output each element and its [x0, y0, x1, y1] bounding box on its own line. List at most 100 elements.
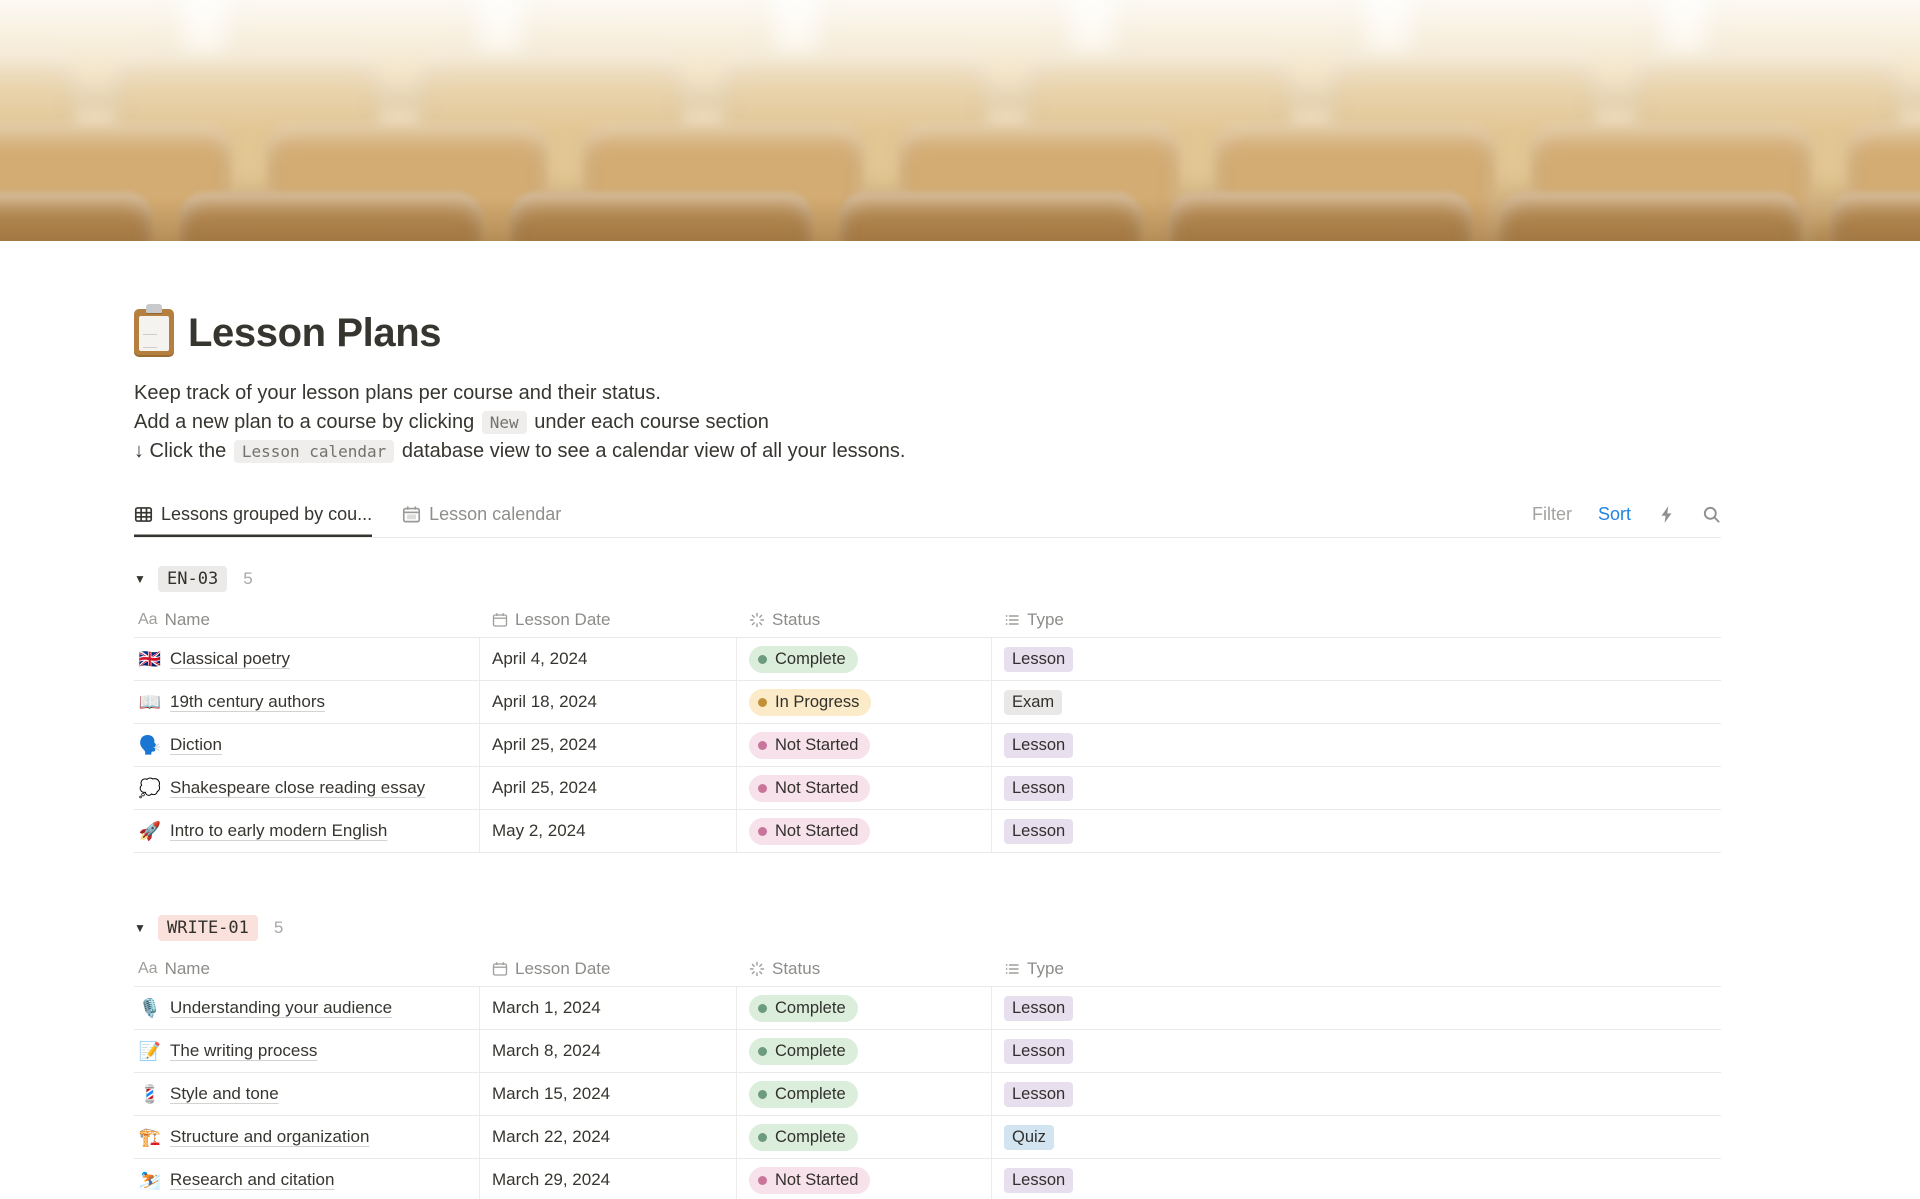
name-cell[interactable]: 🚀 Intro to early modern English — [134, 810, 480, 852]
lesson-calendar-chip: Lesson calendar — [233, 440, 395, 463]
status-cell[interactable]: Not Started — [737, 1159, 992, 1199]
name-cell[interactable]: 💭 Shakespeare close reading essay — [134, 767, 480, 809]
database-toolbar: Lessons grouped by cou... Lesson calenda… — [134, 492, 1721, 538]
table-row: 🏗️ Structure and organization March 22, … — [134, 1116, 1721, 1159]
type-cell[interactable]: Lesson — [992, 1030, 1721, 1072]
lesson-date-cell[interactable]: April 25, 2024 — [480, 767, 737, 809]
lesson-date-cell[interactable]: May 2, 2024 — [480, 810, 737, 852]
table-rows: 🎙️ Understanding your audience March 1, … — [134, 987, 1721, 1199]
tab-lesson-calendar[interactable]: Lesson calendar — [402, 492, 561, 537]
table-row: ⛷️ Research and citation March 29, 2024 … — [134, 1159, 1721, 1199]
barber-pole-icon: 💈 — [138, 1083, 162, 1104]
status-cell[interactable]: Complete — [737, 1030, 992, 1072]
type-badge: Lesson — [1004, 1167, 1074, 1193]
table-row: 🚀 Intro to early modern English May 2, 2… — [134, 810, 1721, 853]
status-property-icon — [749, 612, 765, 628]
group-toggle-icon[interactable]: ▼ — [134, 921, 158, 935]
name-cell[interactable]: 🇬🇧 Classical poetry — [134, 638, 480, 680]
status-cell[interactable]: Not Started — [737, 767, 992, 809]
lesson-date-cell[interactable]: March 8, 2024 — [480, 1030, 737, 1072]
table-row: 💭 Shakespeare close reading essay April … — [134, 767, 1721, 810]
name-cell[interactable]: 💈 Style and tone — [134, 1073, 480, 1115]
lesson-date-cell[interactable]: March 29, 2024 — [480, 1159, 737, 1199]
course-badge[interactable]: WRITE-01 — [158, 915, 258, 941]
status-cell[interactable]: Complete — [737, 1116, 992, 1158]
name-cell[interactable]: 🏗️ Structure and organization — [134, 1116, 480, 1158]
status-badge: Not Started — [749, 817, 871, 845]
status-badge: Complete — [749, 1037, 858, 1065]
type-badge: Quiz — [1004, 1124, 1054, 1150]
status-cell[interactable]: Complete — [737, 987, 992, 1029]
list-property-icon — [1004, 612, 1020, 628]
column-header-status[interactable]: Status — [737, 959, 992, 979]
status-badge: Not Started — [749, 731, 871, 759]
lightning-icon[interactable] — [1657, 505, 1676, 524]
group-toggle-icon[interactable]: ▼ — [134, 572, 158, 586]
lesson-date-cell[interactable]: March 1, 2024 — [480, 987, 737, 1029]
building-construction-icon: 🏗️ — [138, 1126, 162, 1147]
lesson-date-cell[interactable]: April 25, 2024 — [480, 724, 737, 766]
status-cell[interactable]: Not Started — [737, 724, 992, 766]
name-cell[interactable]: 📖 19th century authors — [134, 681, 480, 723]
status-badge: In Progress — [749, 688, 872, 716]
page-title[interactable]: Lesson Plans — [188, 311, 441, 356]
type-cell[interactable]: Lesson — [992, 1073, 1721, 1115]
tab-lessons-grouped-by-course[interactable]: Lessons grouped by cou... — [134, 492, 372, 537]
column-header-type[interactable]: Type — [992, 959, 1721, 979]
type-cell[interactable]: Exam — [992, 681, 1721, 723]
status-dot-icon — [758, 1089, 767, 1099]
description-line-1: Keep track of your lesson plans per cour… — [134, 382, 661, 404]
status-dot-icon — [758, 654, 767, 664]
aa-property-icon: Aa — [138, 959, 158, 977]
lesson-date-cell[interactable]: April 18, 2024 — [480, 681, 737, 723]
type-cell[interactable]: Lesson — [992, 810, 1721, 852]
uk-flag-icon: 🇬🇧 — [138, 648, 162, 669]
status-dot-icon — [758, 1175, 767, 1185]
table-row: 🎙️ Understanding your audience March 1, … — [134, 987, 1721, 1030]
status-cell[interactable]: Complete — [737, 638, 992, 680]
type-cell[interactable]: Lesson — [992, 1159, 1721, 1199]
lesson-date-cell[interactable]: March 22, 2024 — [480, 1116, 737, 1158]
description-line-3: ↓ Click the Lesson calendar database vie… — [134, 440, 906, 463]
status-cell[interactable]: Complete — [737, 1073, 992, 1115]
thought-balloon-icon: 💭 — [138, 777, 162, 798]
status-dot-icon — [758, 1132, 767, 1142]
group-count: 5 — [243, 569, 253, 588]
sort-button[interactable]: Sort — [1598, 504, 1631, 525]
type-badge: Lesson — [1004, 995, 1074, 1021]
cover-light-wash — [0, 0, 1920, 241]
column-header-lesson-date[interactable]: Lesson Date — [480, 610, 737, 630]
calendar-property-icon — [492, 612, 508, 628]
name-cell[interactable]: 🎙️ Understanding your audience — [134, 987, 480, 1029]
name-cell[interactable]: ⛷️ Research and citation — [134, 1159, 480, 1199]
type-cell[interactable]: Lesson — [992, 724, 1721, 766]
calendar-property-icon — [492, 961, 508, 977]
name-cell[interactable]: 🗣️ Diction — [134, 724, 480, 766]
filter-button[interactable]: Filter — [1532, 504, 1572, 525]
status-badge: Complete — [749, 994, 858, 1022]
type-cell[interactable]: Lesson — [992, 767, 1721, 809]
column-header-type[interactable]: Type — [992, 610, 1721, 630]
name-cell[interactable]: 📝 The writing process — [134, 1030, 480, 1072]
lesson-date-cell[interactable]: March 15, 2024 — [480, 1073, 737, 1115]
type-cell[interactable]: Quiz — [992, 1116, 1721, 1158]
column-header-lesson-date[interactable]: Lesson Date — [480, 959, 737, 979]
status-badge: Not Started — [749, 774, 871, 802]
search-icon[interactable] — [1702, 505, 1721, 524]
status-cell[interactable]: In Progress — [737, 681, 992, 723]
table-rows: 🇬🇧 Classical poetry April 4, 2024 Comple… — [134, 638, 1721, 853]
clipboard-icon — [134, 304, 174, 357]
open-book-icon: 📖 — [138, 691, 162, 712]
type-cell[interactable]: Lesson — [992, 987, 1721, 1029]
type-cell[interactable]: Lesson — [992, 638, 1721, 680]
type-badge: Lesson — [1004, 1038, 1074, 1064]
lesson-date-cell[interactable]: April 4, 2024 — [480, 638, 737, 680]
status-dot-icon — [758, 826, 767, 836]
column-header-name[interactable]: Aa Name — [134, 610, 480, 630]
status-cell[interactable]: Not Started — [737, 810, 992, 852]
type-badge: Lesson — [1004, 1081, 1074, 1107]
column-header-status[interactable]: Status — [737, 610, 992, 630]
column-header-name[interactable]: Aa Name — [134, 959, 480, 979]
speaking-head-icon: 🗣️ — [138, 734, 162, 755]
course-badge[interactable]: EN-03 — [158, 566, 228, 592]
